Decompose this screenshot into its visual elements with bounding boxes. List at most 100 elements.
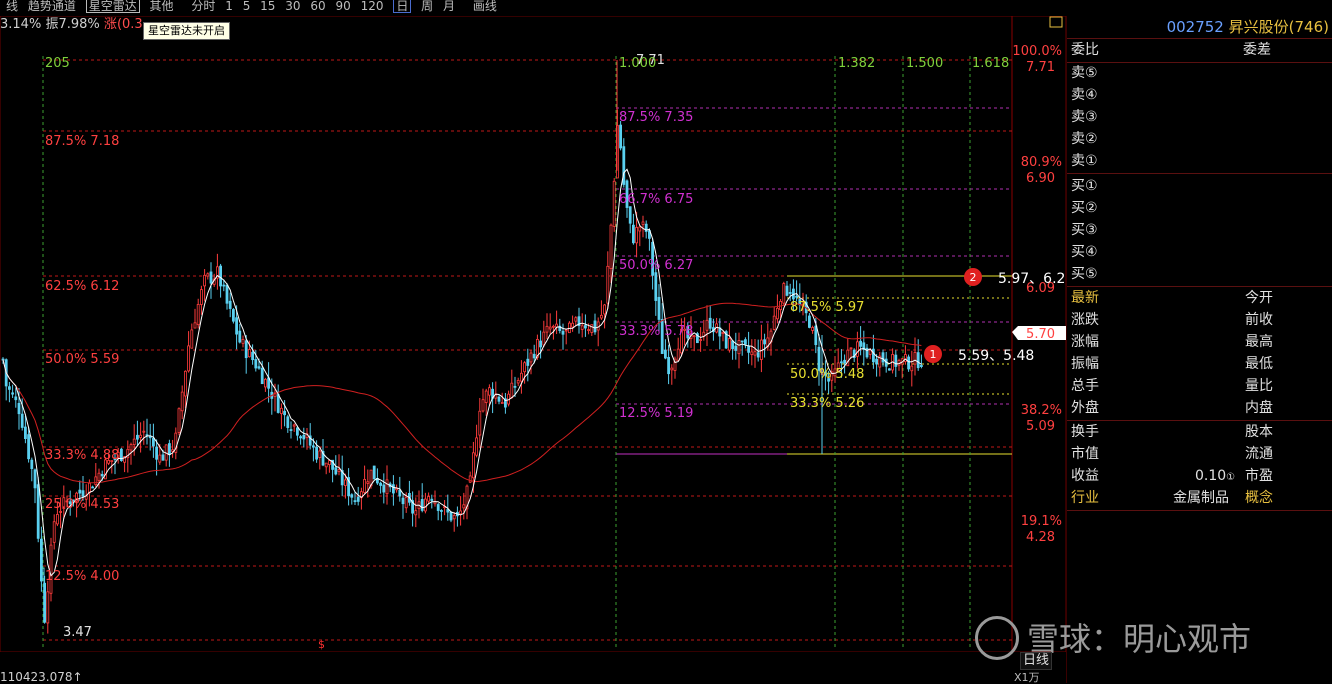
candle-body (187, 345, 191, 372)
toolbar-item[interactable]: 30 (285, 0, 300, 12)
candle-body (856, 341, 859, 357)
candle-body (894, 354, 898, 367)
candle-body (872, 348, 875, 363)
candle-body (158, 454, 162, 463)
candle-body (632, 224, 635, 244)
sell2: 卖② (1071, 131, 1098, 147)
toolbar-item[interactable]: 其他 (150, 0, 174, 12)
candle-body (628, 206, 632, 224)
candle-body (475, 437, 479, 456)
candle-body (327, 460, 331, 465)
candle-body (737, 340, 741, 355)
candle-body (481, 399, 485, 412)
toolbar-item[interactable]: 分时 (191, 0, 215, 12)
candle-body (776, 307, 779, 320)
zhang-value: (0.3 (116, 17, 143, 32)
candle-body (881, 352, 885, 363)
candle-body (564, 329, 568, 332)
candle-body (81, 490, 85, 497)
quote-volume: 总手 (1071, 378, 1099, 394)
candle-body (868, 349, 872, 355)
weibi-label: 委比 (1071, 42, 1099, 58)
toolbar-item[interactable]: 画线 (473, 0, 497, 12)
pct-change: 3.14% (0, 17, 42, 32)
candle-body (542, 331, 546, 346)
candle-body (612, 180, 616, 227)
candle-body (904, 354, 907, 362)
stats-line: 3.14% 振7.98% 涨(0.3 (0, 16, 143, 34)
toolbar-item[interactable]: 5 (243, 0, 251, 12)
info-shares: 股本 (1245, 424, 1273, 440)
candle-body (699, 339, 702, 341)
candle-body (17, 402, 21, 415)
toolbar-item[interactable]: 星空雷达 (85, 0, 140, 13)
candle-body (423, 498, 427, 512)
xueqiu-watermark: 雪球：明心观市 (975, 615, 1251, 663)
candle-body (247, 349, 251, 358)
left-fib-label: 62.5% 6.12 (45, 279, 119, 294)
candle-body (129, 444, 133, 451)
toolbar-item[interactable]: 线 (6, 0, 18, 12)
stock-title[interactable]: 002752 昇兴股份(746) (1067, 16, 1329, 38)
candle-body (30, 459, 34, 470)
chart-frame (0, 15, 1066, 653)
quote-ratio: 量比 (1245, 378, 1273, 394)
marker-2-num: 2 (970, 271, 977, 284)
sell4: 卖④ (1071, 87, 1098, 103)
candle-body (875, 358, 878, 365)
toolbar-item[interactable]: 120 (361, 0, 384, 12)
candle-body (888, 368, 891, 371)
left-fib-label: 87.5% 7.18 (45, 134, 119, 149)
candle-body (263, 378, 267, 388)
mid-fib-label: 33.3% 5.78 (619, 324, 693, 339)
candle-body (561, 330, 565, 335)
toolbar-item[interactable]: 90 (335, 0, 350, 12)
toolbar-item[interactable]: 60 (310, 0, 325, 12)
candle-body (436, 504, 440, 511)
candle-body (372, 465, 376, 480)
candle-body (363, 479, 367, 493)
candle-body (235, 317, 239, 335)
info-concept[interactable]: 概念 (1245, 487, 1273, 509)
candle-body (299, 436, 303, 439)
candle-body (788, 292, 792, 294)
eps-value: 0.10① (1195, 468, 1236, 484)
mid-fib-label: 12.5% 5.19 (619, 406, 693, 421)
ma-short-line (2, 168, 922, 577)
toolbar-item[interactable]: 趋势通道 (28, 0, 76, 12)
info-industry[interactable]: 行业 (1071, 487, 1099, 509)
toolbar-item[interactable]: 周 (421, 0, 433, 12)
zoom-label: X1万 (1014, 671, 1040, 684)
candle-body (151, 437, 155, 447)
candle-body (295, 427, 299, 436)
marker-2-label: 5.97、6.27 (998, 271, 1066, 287)
candle-body (78, 489, 82, 494)
candle-body (286, 416, 290, 428)
candle-body (254, 359, 258, 369)
price-axis-label: 4.28 (1026, 530, 1055, 545)
candle-body (56, 514, 59, 525)
quote-high: 最高 (1245, 334, 1273, 350)
candle-body (468, 475, 472, 483)
candle-body (132, 438, 136, 446)
toolbar-item-day[interactable]: 日 (393, 0, 412, 13)
price-axis-label: 7.71 (1026, 60, 1055, 75)
candle-body (859, 340, 862, 347)
candle-body (27, 434, 31, 460)
toolbar-item[interactable]: 15 (260, 0, 275, 12)
candle-body (692, 335, 696, 338)
chart-toolbar: 线 趋势通道 星空雷达 其他 分时 1 5 15 30 60 90 120 日 … (0, 0, 1066, 16)
info-pe: 市盈 (1245, 468, 1273, 484)
candle-body (814, 325, 818, 346)
info-float: 流通 (1245, 446, 1273, 462)
x-axis-bar (0, 652, 1066, 670)
zhang-label: 涨 (103, 17, 117, 32)
price-axis-label: 5.70 (1026, 327, 1055, 342)
toolbar-item[interactable]: 1 (225, 0, 233, 12)
candle-body (705, 319, 709, 331)
toolbar-item[interactable]: 月 (443, 0, 455, 12)
quote-open: 今开 (1245, 290, 1273, 306)
period-label[interactable]: 日线 (1020, 652, 1053, 670)
kline-chart[interactable]: 205 87.5% 7.18 62.5% 6.12 50.0% 5.59 33.3% 4… (0, 0, 1066, 683)
candle-body (353, 500, 357, 503)
